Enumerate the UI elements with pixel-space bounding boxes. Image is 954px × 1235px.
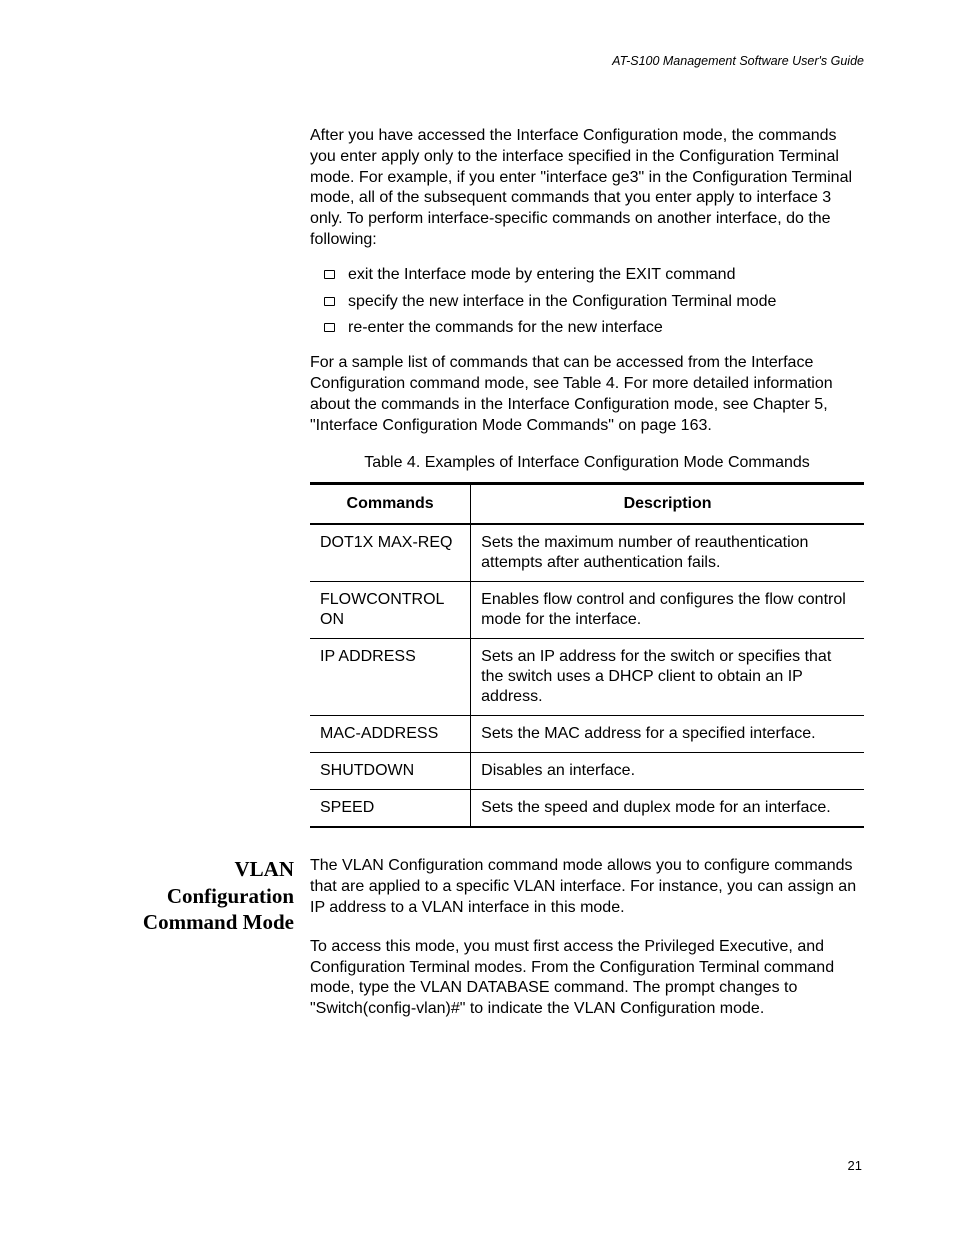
cell-command: FLOWCONTROL ON [310,582,471,639]
cell-command: SHUTDOWN [310,753,471,790]
cell-description: Sets an IP address for the switch or spe… [471,639,864,716]
page-number: 21 [848,1158,862,1173]
table-row: IP ADDRESS Sets an IP address for the sw… [310,639,864,716]
cell-command: DOT1X MAX-REQ [310,524,471,582]
vlan-paragraph-1: The VLAN Configuration command mode allo… [310,856,864,918]
sample-paragraph: For a sample list of commands that can b… [310,353,864,436]
cell-command: SPEED [310,790,471,828]
cell-command: MAC-ADDRESS [310,716,471,753]
bullet-list: exit the Interface mode by entering the … [324,265,864,339]
section-heading-vlan: VLAN Configuration Command Mode [110,856,294,1038]
cell-command: IP ADDRESS [310,639,471,716]
cell-description: Disables an interface. [471,753,864,790]
table-header-description: Description [471,484,864,525]
cell-description: Sets the maximum number of reauthenticat… [471,524,864,582]
running-header: AT-S100 Management Software User's Guide [110,54,864,68]
table-header-commands: Commands [310,484,471,525]
list-item: re-enter the commands for the new interf… [324,318,864,339]
cell-description: Sets the speed and duplex mode for an in… [471,790,864,828]
table-caption: Table 4. Examples of Interface Configura… [310,454,864,472]
intro-paragraph: After you have accessed the Interface Co… [310,126,864,251]
commands-table: Commands Description DOT1X MAX-REQ Sets … [310,482,864,828]
table-row: SPEED Sets the speed and duplex mode for… [310,790,864,828]
table-row: DOT1X MAX-REQ Sets the maximum number of… [310,524,864,582]
table-row: FLOWCONTROL ON Enables flow control and … [310,582,864,639]
list-item: exit the Interface mode by entering the … [324,265,864,286]
list-item: specify the new interface in the Configu… [324,292,864,313]
cell-description: Sets the MAC address for a specified int… [471,716,864,753]
table-row: SHUTDOWN Disables an interface. [310,753,864,790]
vlan-paragraph-2: To access this mode, you must first acce… [310,937,864,1020]
cell-description: Enables flow control and configures the … [471,582,864,639]
table-row: MAC-ADDRESS Sets the MAC address for a s… [310,716,864,753]
